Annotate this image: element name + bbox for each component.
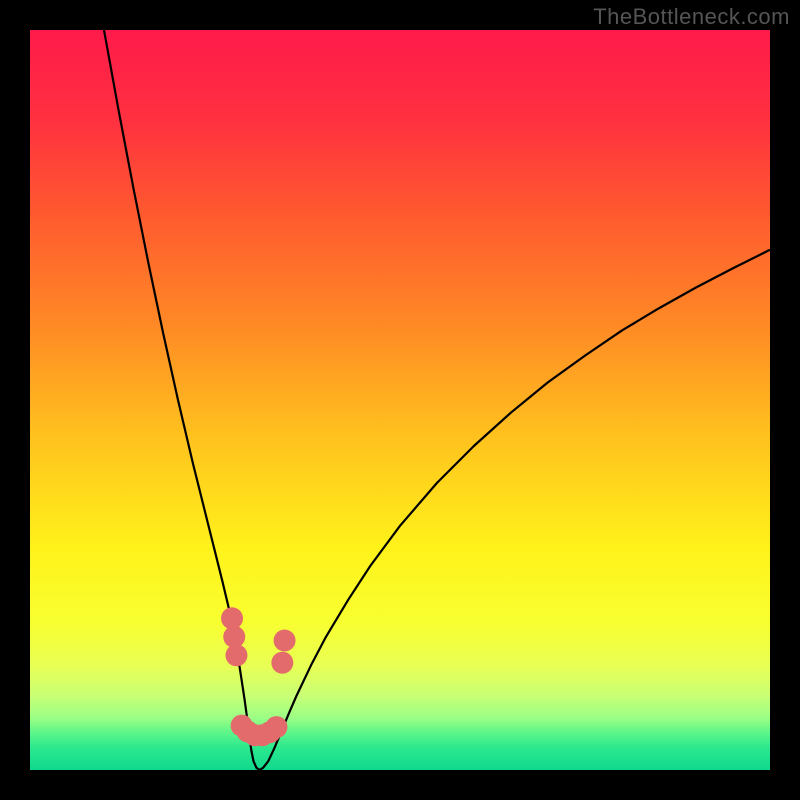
marker-point	[274, 630, 296, 652]
chart-svg	[30, 30, 770, 770]
marker-point	[225, 644, 247, 666]
marker-point	[223, 626, 245, 648]
outer-frame: TheBottleneck.com	[0, 0, 800, 800]
marker-point	[271, 652, 293, 674]
marker-point	[265, 716, 287, 738]
marker-point	[221, 607, 243, 629]
plot-area	[30, 30, 770, 770]
gradient-background	[30, 30, 770, 770]
watermark-text: TheBottleneck.com	[593, 4, 790, 30]
